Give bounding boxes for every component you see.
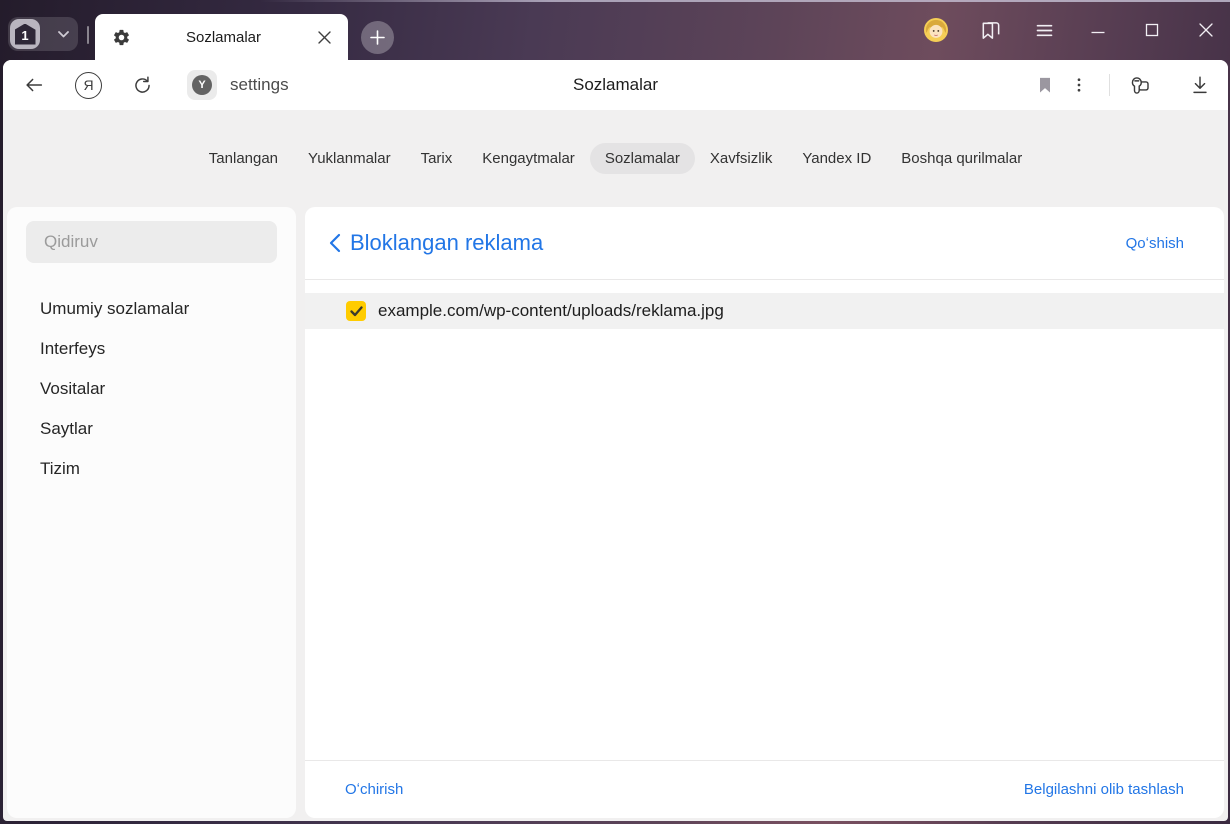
row-checkbox-checked[interactable] [346,301,366,321]
tab-tarix[interactable]: Tarix [406,143,468,174]
blocked-ads-panel: Bloklangan reklama Qoʻshish example.com/… [305,207,1224,818]
add-button[interactable]: Qoʻshish [1126,235,1184,252]
yandex-logo-icon[interactable]: Я [75,71,102,99]
delete-button[interactable]: Oʻchirish [345,781,403,798]
settings-sidebar: Umumiy sozlamalar Interfeys Vositalar Sa… [7,207,296,818]
tab-yandex-id[interactable]: Yandex ID [787,143,886,174]
address-bar[interactable]: Y settings [187,70,289,100]
sidebar-item-vositalar[interactable]: Vositalar [26,369,277,409]
tab-boshqa-qurilmalar[interactable]: Boshqa qurilmalar [886,143,1037,174]
maximize-button[interactable] [1140,18,1164,42]
tab-sozlamalar[interactable]: Sozlamalar [589,143,695,174]
tab-title: Sozlamalar [185,28,262,46]
panel-header: Bloklangan reklama Qoʻshish [305,207,1224,279]
row-gap [305,280,1224,293]
sidebar-menu: Umumiy sozlamalar Interfeys Vositalar Sa… [26,289,277,489]
avatar[interactable] [924,18,948,42]
back-chevron-icon[interactable] [329,233,341,253]
toolbar-left: Я Y settings [23,70,289,100]
tab-kengaytmalar[interactable]: Kengaytmalar [467,143,590,174]
browser-body: Я Y settings Sozlamalar Tanlangan Yuklan… [3,60,1228,821]
settings-nav-tabs: Tanlangan Yuklanmalar Tarix Kengaytmalar… [3,110,1228,207]
unselect-button[interactable]: Belgilashni olib tashlash [1024,781,1184,798]
panel-title: Bloklangan reklama [350,230,544,255]
chrome-divider [87,26,89,44]
downloads-icon[interactable] [1188,73,1212,97]
extensions-icon[interactable] [1128,73,1152,97]
panel-footer: Oʻchirish Belgilashni olib tashlash [305,760,1224,818]
tab-yuklanmalar[interactable]: Yuklanmalar [293,143,406,174]
blocked-url: example.com/wp-content/uploads/reklama.j… [378,301,724,320]
toolbar-divider [1109,74,1110,96]
new-tab-button[interactable] [361,21,394,54]
close-window-button[interactable] [1194,18,1218,42]
bookmarks-panel-icon[interactable] [978,18,1002,42]
sidebar-item-saytlar[interactable]: Saytlar [26,409,277,449]
page-title: Sozlamalar [572,75,659,94]
tab-close-icon[interactable] [316,29,333,46]
toolbar: Я Y settings Sozlamalar [3,60,1228,110]
blocked-ad-row[interactable]: example.com/wp-content/uploads/reklama.j… [305,293,1224,329]
sidebar-item-umumiy-sozlamalar[interactable]: Umumiy sozlamalar [26,289,277,329]
favicon-letter: Y [192,75,212,95]
tab-tanlangan[interactable]: Tanlangan [194,143,293,174]
window-chrome: 1 Sozlamalar [0,0,1230,60]
refresh-button[interactable] [132,75,153,96]
tab-count-value: 1 [14,23,36,45]
tab-counter[interactable]: 1 [8,17,78,51]
sidebar-item-tizim[interactable]: Tizim [26,449,277,489]
browser-tab-sozlamalar[interactable]: Sozlamalar [95,14,348,60]
search-input[interactable] [26,221,277,263]
tab-xavfsizlik[interactable]: Xavfsizlik [695,143,788,174]
back-button[interactable] [23,74,45,96]
sidebar-item-interfeys[interactable]: Interfeys [26,329,277,369]
minimize-button[interactable] [1086,18,1110,42]
tab-count-badge: 1 [10,19,40,49]
chrome-right-controls [924,0,1218,60]
url-text: settings [230,75,289,94]
more-options-icon[interactable] [1067,73,1091,97]
browser-window: 1 Sozlamalar Я Y settings Sozlamalar Tan… [0,0,1230,824]
site-favicon: Y [187,70,217,100]
chevron-down-icon [58,30,69,38]
empty-space [305,329,1224,760]
menu-icon[interactable] [1032,18,1056,42]
bookmark-icon[interactable] [1033,73,1057,97]
gear-icon [112,28,131,47]
settings-content: Umumiy sozlamalar Interfeys Vositalar Sa… [3,207,1228,821]
toolbar-right [1033,73,1212,97]
